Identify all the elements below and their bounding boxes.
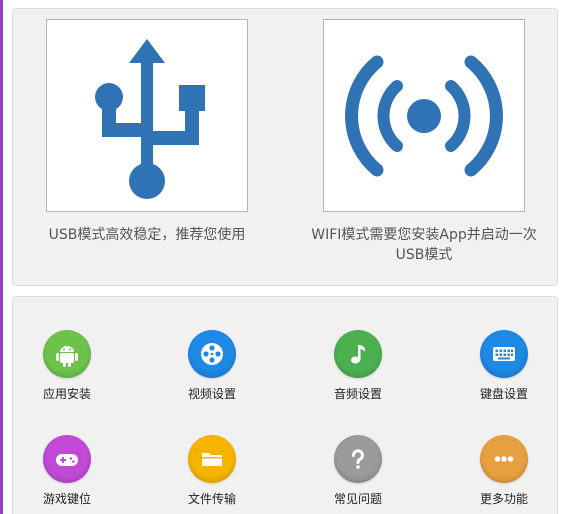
tool-audio-settings[interactable]: 音频设置: [303, 330, 413, 402]
usb-mode-caption: USB模式高效稳定，推荐您使用: [48, 227, 246, 243]
left-accent-bar: [0, 0, 3, 514]
more-icon: [480, 435, 528, 483]
tool-label: 更多功能: [479, 492, 528, 506]
android-icon: [43, 330, 91, 378]
tools-panel: 应用安装 视频设置 音频设置 键盘设置 游戏键位 文件传输 常见问题 更多功能: [12, 296, 558, 514]
tool-label: 音频设置: [333, 387, 382, 401]
tool-label: 文件传输: [187, 492, 236, 506]
film-reel-icon: [188, 330, 236, 378]
tool-keyboard-settings[interactable]: 键盘设置: [449, 330, 559, 402]
tool-label: 键盘设置: [479, 387, 528, 401]
usb-icon: [95, 38, 205, 199]
tool-label: 应用安装: [42, 387, 91, 401]
wifi-signal-icon: [345, 55, 503, 176]
wifi-mode-button[interactable]: [323, 19, 525, 212]
folder-icon: [188, 435, 236, 483]
wifi-mode-caption: WIFI模式需要您安装App并启动一次USB模式: [311, 227, 537, 263]
tool-app-install[interactable]: 应用安装: [12, 330, 122, 402]
tool-label: 常见问题: [333, 492, 382, 506]
gamepad-icon: [43, 435, 91, 483]
tool-label: 视频设置: [187, 387, 236, 401]
tool-file-transfer[interactable]: 文件传输: [157, 435, 267, 507]
tool-more[interactable]: 更多功能: [449, 435, 559, 507]
keyboard-icon: [480, 330, 528, 378]
usb-mode-button[interactable]: [46, 19, 248, 212]
connection-mode-panel: USB模式高效稳定，推荐您使用 WIFI模式需要您安装App并启动一次USB模式: [12, 8, 558, 286]
tool-game-keymap[interactable]: 游戏键位: [12, 435, 122, 507]
question-icon: [334, 435, 382, 483]
music-note-icon: [334, 330, 382, 378]
tool-faq[interactable]: 常见问题: [303, 435, 413, 507]
tool-label: 游戏键位: [42, 492, 91, 506]
tool-video-settings[interactable]: 视频设置: [157, 330, 267, 402]
